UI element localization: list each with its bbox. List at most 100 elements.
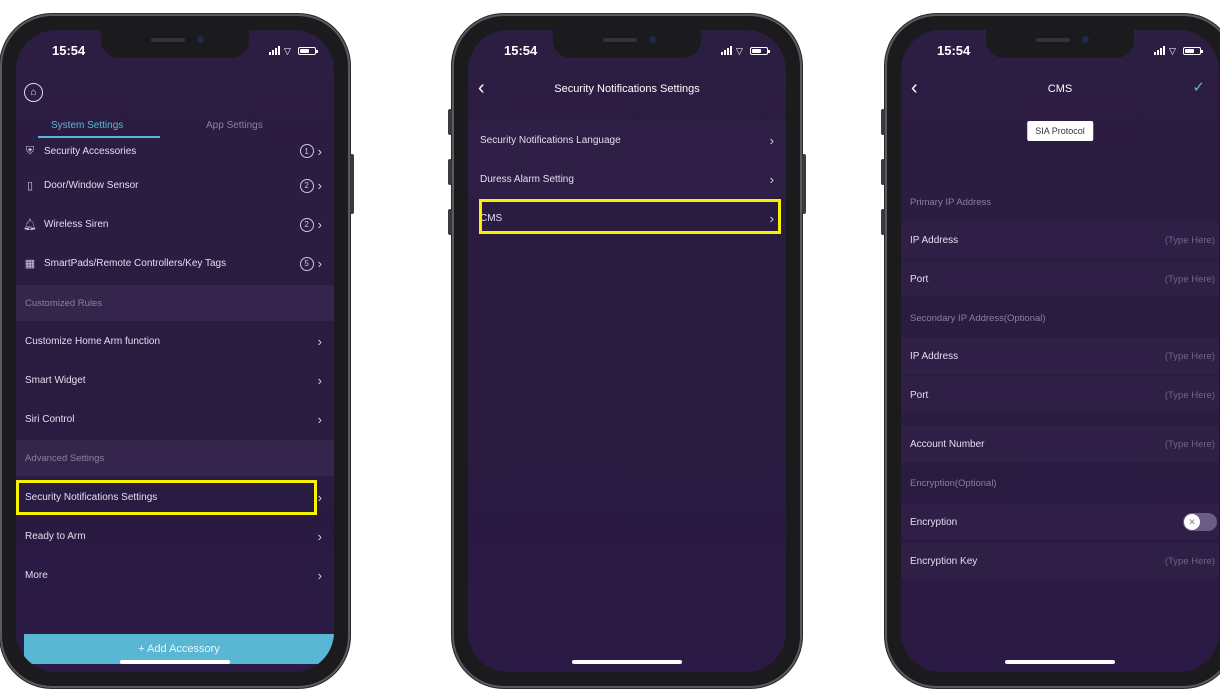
phone-frame-system-settings: 15:54 ▽ ⌂ System Settings App Settings ⛨… xyxy=(0,14,354,688)
chevron-right-icon: › xyxy=(317,528,322,544)
list-item-label: Security Notifications Language xyxy=(480,134,621,146)
chevron-right-icon: › xyxy=(317,143,322,159)
notch xyxy=(986,30,1134,58)
chevron-right-icon: › xyxy=(317,256,322,271)
field-placeholder: (Type Here) xyxy=(1164,389,1215,401)
count-badge: 1 xyxy=(299,144,314,158)
signal-icon xyxy=(721,46,732,55)
battery-icon xyxy=(750,46,770,55)
account-number-field[interactable]: Account Number (Type Here) xyxy=(901,426,1219,462)
chevron-right-icon: › xyxy=(317,372,322,388)
home-indicator xyxy=(120,660,230,664)
home-indicator xyxy=(1005,660,1115,664)
screen-cms: 15:54 ▽ ‹ CMS ✓ SIA Protocol Primary IP … xyxy=(901,30,1219,672)
screen-security-notifications: 15:54 ▽ ‹ Security Notifications Setting… xyxy=(468,30,786,672)
count-badge: 2 xyxy=(299,178,314,193)
field-placeholder: (Type Here) xyxy=(1164,273,1215,285)
count-badge: 2 xyxy=(299,217,314,232)
back-icon[interactable]: ‹ xyxy=(478,74,485,102)
field-placeholder: (Type Here) xyxy=(1164,555,1215,567)
wifi-icon: ▽ xyxy=(1169,45,1176,56)
list-item-label: SmartPads/Remote Controllers/Key Tags xyxy=(44,258,227,269)
port-field-primary[interactable]: Port (Type Here) xyxy=(901,261,1219,297)
list-item-smart-widget[interactable]: Smart Widget › xyxy=(16,362,334,398)
list-item-siri-control[interactable]: Siri Control › xyxy=(16,401,334,437)
home-icon[interactable]: ⌂ xyxy=(24,83,43,102)
chevron-right-icon: › xyxy=(317,333,322,349)
notch xyxy=(553,30,701,58)
phone-frame-security-notifications: 15:54 ▽ ‹ Security Notifications Setting… xyxy=(448,14,806,688)
chevron-right-icon: › xyxy=(317,411,322,427)
close-icon: ✕ xyxy=(1184,514,1200,530)
section-header-encryption: Encryption(Optional) xyxy=(910,477,997,489)
encryption-key-field[interactable]: Encryption Key (Type Here) xyxy=(901,543,1219,579)
wifi-icon: ▽ xyxy=(284,45,291,56)
list-item-customize-home-arm[interactable]: Customize Home Arm function › xyxy=(16,323,334,359)
chevron-right-icon: › xyxy=(317,217,322,232)
status-time: 15:54 xyxy=(504,43,538,58)
list-item-security-accessories[interactable]: ⛨ Security Accessories 1 › xyxy=(16,140,334,162)
encryption-toggle[interactable]: ✕ xyxy=(1183,513,1217,531)
home-indicator xyxy=(572,660,682,664)
keypad-icon: ▦ xyxy=(24,258,36,270)
field-placeholder: (Type Here) xyxy=(1164,438,1215,450)
list-item-more[interactable]: More › xyxy=(16,557,334,593)
list-item-notifications-language[interactable]: Security Notifications Language › xyxy=(468,121,786,159)
back-icon[interactable]: ‹ xyxy=(911,74,918,102)
highlight-box xyxy=(479,199,781,234)
section-header-secondary-ip: Secondary IP Address(Optional) xyxy=(910,312,1046,324)
list-item-label: Siri Control xyxy=(25,413,75,425)
count-badge: 5 xyxy=(299,256,314,271)
section-header-customized-rules: Customized Rules xyxy=(16,285,334,321)
page-title: CMS xyxy=(1047,83,1073,95)
door-sensor-icon: ▯ xyxy=(26,180,34,192)
field-label: IP Address xyxy=(910,234,959,246)
field-placeholder: (Type Here) xyxy=(1164,350,1215,362)
settings-tabs: System Settings App Settings xyxy=(16,116,334,134)
chevron-right-icon: › xyxy=(317,567,322,583)
list-item-wireless-siren[interactable]: 🔔︎ Wireless Siren 2 › xyxy=(16,207,334,242)
nav-bar: ‹ CMS ✓ xyxy=(901,74,1219,104)
list-item-label: Customize Home Arm function xyxy=(25,335,161,347)
list-item-label: Security Accessories xyxy=(44,145,137,157)
field-label: IP Address xyxy=(910,350,959,362)
screen-system-settings: 15:54 ▽ ⌂ System Settings App Settings ⛨… xyxy=(16,30,334,672)
signal-icon xyxy=(1154,46,1165,55)
chevron-right-icon: › xyxy=(769,171,774,187)
list-item-ready-to-arm[interactable]: Ready to Arm › xyxy=(16,518,334,554)
shield-icon: ⛨ xyxy=(25,144,35,157)
list-item-label: Wireless Siren xyxy=(44,219,109,230)
list-item-label: More xyxy=(25,569,48,581)
wifi-icon: ▽ xyxy=(736,45,743,56)
port-field-secondary[interactable]: Port (Type Here) xyxy=(901,377,1219,413)
tab-system-settings[interactable]: System Settings xyxy=(51,120,123,131)
checkmark-icon[interactable]: ✓ xyxy=(1192,78,1205,96)
list-item-label: Ready to Arm xyxy=(25,530,86,542)
battery-icon xyxy=(298,46,318,55)
notch xyxy=(101,30,249,58)
chevron-right-icon: › xyxy=(769,132,774,148)
section-header-advanced-settings: Advanced Settings xyxy=(16,440,334,476)
field-label: Port xyxy=(910,273,929,285)
highlight-box xyxy=(16,480,317,515)
status-time: 15:54 xyxy=(52,43,86,58)
encryption-toggle-row: Encryption ✕ xyxy=(901,504,1219,540)
signal-icon xyxy=(269,46,280,55)
list-item-label: Duress Alarm Setting xyxy=(480,173,574,185)
list-item-door-window-sensor[interactable]: ▯ Door/Window Sensor 2 › xyxy=(16,168,334,203)
tab-app-settings[interactable]: App Settings xyxy=(206,120,263,131)
list-item-smartpads[interactable]: ▦ SmartPads/Remote Controllers/Key Tags … xyxy=(16,246,334,281)
field-placeholder: (Type Here) xyxy=(1164,234,1215,246)
ip-address-field-primary[interactable]: IP Address (Type Here) xyxy=(901,222,1219,258)
section-header-primary-ip: Primary IP Address xyxy=(910,196,992,208)
chevron-right-icon: › xyxy=(317,178,322,193)
protocol-chip[interactable]: SIA Protocol xyxy=(1027,121,1093,141)
list-item-duress-alarm[interactable]: Duress Alarm Setting › xyxy=(468,160,786,198)
bell-icon: 🔔︎ xyxy=(23,219,37,231)
list-item-label: Smart Widget xyxy=(25,374,86,386)
active-tab-indicator xyxy=(38,136,160,138)
list-item-label: Door/Window Sensor xyxy=(44,180,139,191)
battery-icon xyxy=(1183,46,1203,55)
field-label: Encryption xyxy=(910,516,958,528)
ip-address-field-secondary[interactable]: IP Address (Type Here) xyxy=(901,338,1219,374)
